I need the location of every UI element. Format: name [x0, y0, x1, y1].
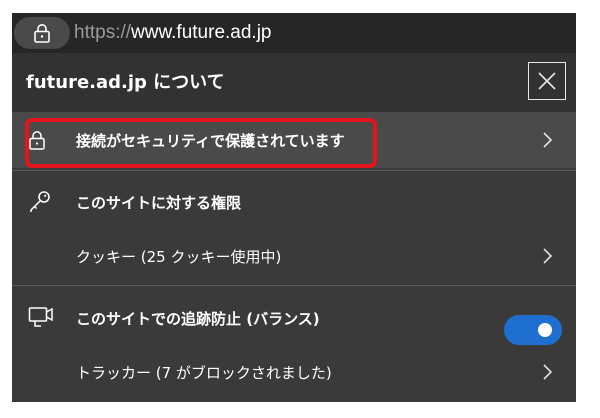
site-info-button[interactable] [14, 17, 70, 49]
chevron-right-icon [543, 248, 553, 264]
chevron-right-icon [543, 364, 553, 380]
toggle-knob [538, 323, 552, 337]
cookies-label: クッキー (25 クッキー使用中) [76, 248, 282, 266]
highlight-annotation [25, 118, 377, 168]
chevron-right-icon [543, 132, 553, 148]
panel-header: future.ad.jp について [12, 53, 576, 112]
address-bar: https://www.future.ad.jp [12, 13, 576, 53]
tracking-camera-icon [28, 307, 53, 327]
url-host: www.future.ad.jp [131, 22, 272, 43]
panel-title: future.ad.jp について [26, 72, 225, 93]
permissions-heading: このサイトに対する権限 [76, 194, 242, 212]
lock-icon [34, 24, 50, 43]
close-icon [538, 72, 556, 90]
site-info-panel: https://www.future.ad.jp future.ad.jp につ… [12, 13, 576, 402]
divider [12, 170, 576, 171]
divider [12, 285, 576, 286]
url-scheme: https:// [74, 22, 132, 43]
tracking-heading: このサイトでの追跡防止 (バランス) [76, 310, 320, 328]
close-button[interactable] [528, 62, 566, 100]
key-icon [30, 191, 50, 212]
cookies-row[interactable]: クッキー (25 クッキー使用中) [12, 233, 576, 279]
trackers-row[interactable]: トラッカー (7 がブロックされました) [12, 349, 576, 395]
url-text[interactable]: https://www.future.ad.jp [74, 13, 272, 53]
tracking-toggle[interactable] [504, 315, 562, 345]
trackers-label: トラッカー (7 がブロックされました) [76, 364, 332, 382]
